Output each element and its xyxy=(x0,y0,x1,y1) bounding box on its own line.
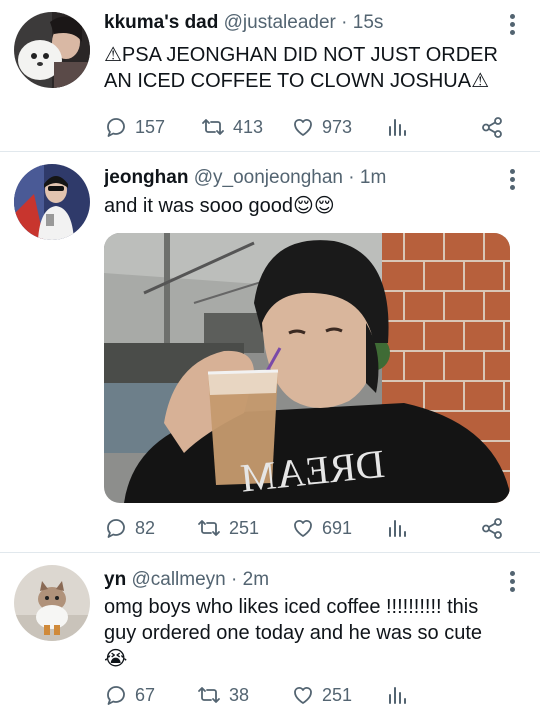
action-bar: 67 38 251 xyxy=(104,681,504,709)
display-name[interactable]: yn xyxy=(104,569,126,590)
reply-button[interactable]: 157 xyxy=(104,113,165,141)
reply-icon xyxy=(107,118,125,137)
timestamp[interactable]: · 15s xyxy=(341,12,383,33)
reply-count: 157 xyxy=(135,116,166,137)
avatar[interactable] xyxy=(14,565,90,641)
user-handle[interactable]: @y_oonjeonghan xyxy=(194,167,343,188)
analytics-icon xyxy=(389,687,406,704)
avatar-image xyxy=(14,565,90,641)
more-icon[interactable] xyxy=(510,169,516,193)
avatar-image xyxy=(14,164,90,240)
like-count: 691 xyxy=(322,517,353,538)
like-button[interactable]: 691 xyxy=(291,514,352,542)
like-button[interactable]: 251 xyxy=(291,681,352,709)
retweet-button[interactable]: 38 xyxy=(196,681,249,709)
action-bar: 157 413 973 xyxy=(104,113,504,141)
retweet-icon xyxy=(198,687,220,703)
tweet-1[interactable]: kkuma's dad @justaleader · 15s ⚠PSA JEON… xyxy=(0,0,540,152)
reply-button[interactable]: 67 xyxy=(104,681,155,709)
analytics-button[interactable] xyxy=(386,681,408,709)
more-icon[interactable] xyxy=(510,571,516,595)
avatar-image xyxy=(14,12,90,88)
avatar[interactable] xyxy=(14,12,90,88)
retweet-icon xyxy=(198,520,220,536)
tweet-text-line: ⚠PSA JEONGHAN DID NOT JUST ORDER xyxy=(104,44,498,66)
analytics-icon xyxy=(389,520,406,537)
reply-count: 82 xyxy=(135,517,156,538)
reply-icon xyxy=(107,686,125,705)
tweet-3[interactable]: yn @callmeyn · 2m omg boys who likes ice… xyxy=(0,553,540,720)
user-handle[interactable]: @callmeyn xyxy=(131,569,225,590)
tweet-text-line: omg boys who likes iced coffee !!!!!!!!!… xyxy=(104,596,479,618)
retweet-icon xyxy=(202,119,224,135)
retweet-button[interactable]: 251 xyxy=(196,514,259,542)
analytics-button[interactable] xyxy=(386,514,408,542)
tweet-header: yn @callmeyn · 2m xyxy=(104,568,496,592)
tweet-header: jeonghan @y_oonjeonghan · 1m xyxy=(104,166,496,190)
share-icon xyxy=(482,518,502,539)
avatar[interactable] xyxy=(14,164,90,240)
reply-icon xyxy=(107,519,125,538)
heart-icon xyxy=(294,118,312,136)
retweet-count: 251 xyxy=(229,517,260,538)
heart-icon xyxy=(294,686,312,704)
reply-button[interactable]: 82 xyxy=(104,514,155,542)
share-icon xyxy=(482,117,502,138)
tweet-text-line: and it was sooo good😌😌 xyxy=(104,195,335,217)
user-handle[interactable]: @justaleader xyxy=(224,12,336,33)
tweet-text-line: AN ICED COFFEE TO CLOWN JOSHUA⚠ xyxy=(104,70,490,92)
tweet-text: and it was sooo good😌😌 xyxy=(104,193,510,219)
photo-image: DREAM xyxy=(104,233,510,503)
timestamp[interactable]: · 2m xyxy=(231,569,269,590)
display-name[interactable]: jeonghan xyxy=(104,167,188,188)
share-button[interactable] xyxy=(480,113,504,141)
retweet-count: 413 xyxy=(233,116,264,137)
tweet-text: omg boys who likes iced coffee !!!!!!!!!… xyxy=(104,594,510,672)
tweet-text: ⚠PSA JEONGHAN DID NOT JUST ORDER AN ICED… xyxy=(104,42,510,94)
analytics-button[interactable] xyxy=(386,113,408,141)
analytics-icon xyxy=(389,119,406,136)
more-icon[interactable] xyxy=(510,14,516,38)
like-button[interactable]: 973 xyxy=(291,113,352,141)
heart-icon xyxy=(294,519,312,537)
share-button[interactable] xyxy=(480,514,504,542)
timestamp[interactable]: · 1m xyxy=(348,167,386,188)
tweet-photo[interactable]: DREAM xyxy=(104,233,510,503)
action-bar: 82 251 691 xyxy=(104,514,504,542)
retweet-count: 38 xyxy=(229,684,250,705)
like-count: 251 xyxy=(322,684,353,705)
tweet-text-line: 😭 xyxy=(104,648,128,670)
display-name[interactable]: kkuma's dad xyxy=(104,12,218,33)
tweet-header: kkuma's dad @justaleader · 15s xyxy=(104,11,496,35)
retweet-button[interactable]: 413 xyxy=(200,113,263,141)
like-count: 973 xyxy=(322,116,353,137)
reply-count: 67 xyxy=(135,684,156,705)
tweet-text-line: guy ordered one today and he was so cute xyxy=(104,622,483,644)
